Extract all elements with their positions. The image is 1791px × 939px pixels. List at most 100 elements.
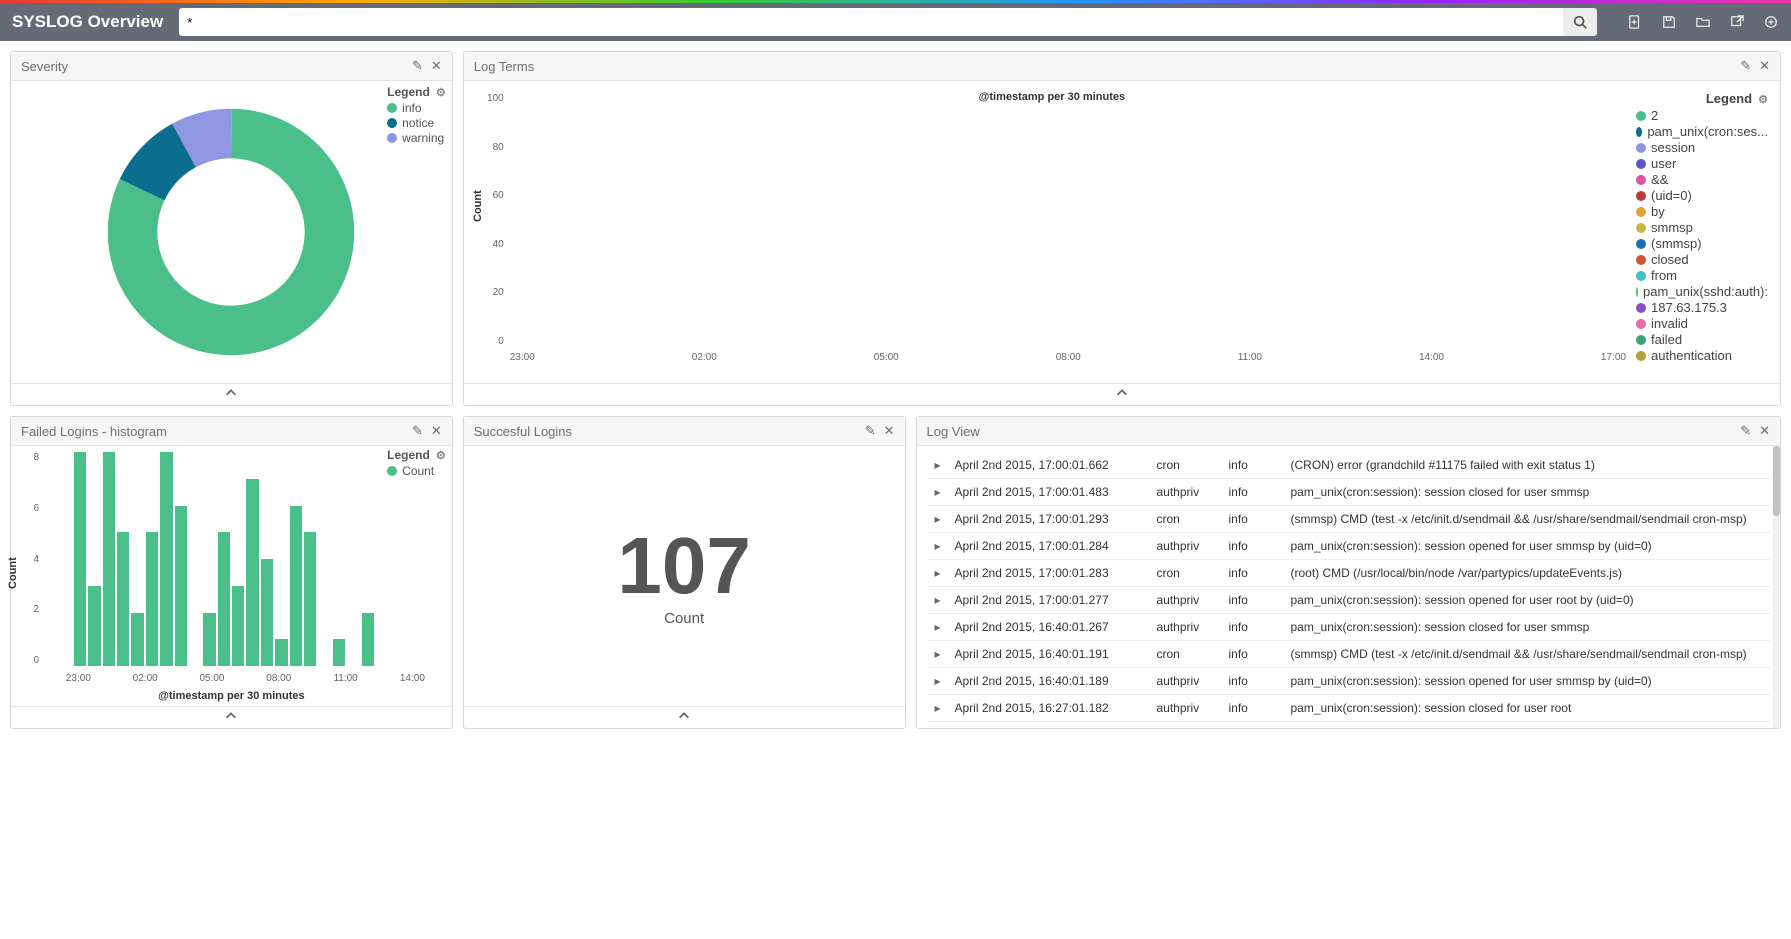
- gear-icon[interactable]: ⚙: [433, 87, 446, 99]
- legend-item[interactable]: session: [1636, 140, 1768, 155]
- log-row[interactable]: ▸ April 2nd 2015, 17:00:01.283 cron info…: [927, 560, 1771, 587]
- log-row[interactable]: ▸ April 2nd 2015, 17:00:01.662 cron info…: [927, 452, 1771, 479]
- expand-toggle[interactable]: [11, 383, 452, 405]
- legend-item[interactable]: from: [1636, 268, 1768, 283]
- chart-bar[interactable]: [290, 506, 302, 667]
- metric-value: 107: [617, 526, 750, 606]
- chart-bar[interactable]: [333, 639, 345, 666]
- logterms-chart[interactable]: Count 100806040200 23:0002:0005:0008:001…: [474, 87, 1630, 377]
- legend-item[interactable]: (uid=0): [1636, 188, 1768, 203]
- chart-bar[interactable]: [146, 532, 158, 666]
- legend-label: (uid=0): [1651, 188, 1692, 203]
- expand-toggle[interactable]: [464, 706, 905, 728]
- swatch-icon: [1636, 303, 1646, 313]
- log-row[interactable]: ▸ April 2nd 2015, 17:00:01.277 authpriv …: [927, 587, 1771, 614]
- chart-bar[interactable]: [103, 452, 115, 666]
- panel-title: Log View: [927, 424, 980, 439]
- share-icon[interactable]: [1729, 14, 1745, 30]
- chart-bar[interactable]: [232, 586, 244, 666]
- close-icon[interactable]: ✕: [1759, 423, 1770, 439]
- save-icon[interactable]: [1661, 14, 1677, 30]
- legend-item[interactable]: smmsp: [1636, 220, 1768, 235]
- legend-item[interactable]: 187.63.175.3: [1636, 300, 1768, 315]
- edit-icon[interactable]: ✎: [865, 423, 876, 439]
- add-panel-icon[interactable]: [1763, 14, 1779, 30]
- gear-icon[interactable]: ⚙: [1755, 94, 1768, 106]
- caret-right-icon: ▸: [935, 701, 943, 715]
- chart-bar[interactable]: [203, 613, 215, 667]
- severity-donut[interactable]: [101, 102, 361, 362]
- log-row[interactable]: ▸ April 2nd 2015, 16:40:01.267 authpriv …: [927, 614, 1771, 641]
- chart-bar[interactable]: [218, 532, 230, 666]
- chart-bar[interactable]: [175, 506, 187, 667]
- chart-bar[interactable]: [362, 613, 374, 667]
- swatch-icon: [1636, 271, 1646, 281]
- log-row[interactable]: ▸ April 2nd 2015, 16:40:01.189 authpriv …: [927, 668, 1771, 695]
- edit-icon[interactable]: ✎: [412, 58, 423, 74]
- failed-body[interactable]: Legend ⚙ Count Count 86420 23:0002:0005:…: [11, 446, 452, 706]
- chart-bar[interactable]: [160, 452, 172, 666]
- edit-icon[interactable]: ✎: [412, 423, 423, 439]
- log-facility: cron: [1157, 566, 1217, 580]
- log-message: pam_unix(cron:session): session opened f…: [1291, 593, 1763, 607]
- search-button[interactable]: [1563, 8, 1597, 36]
- legend-item[interactable]: invalid: [1636, 316, 1768, 331]
- legend-item[interactable]: by: [1636, 204, 1768, 219]
- expand-toggle[interactable]: [11, 706, 452, 728]
- legend-item[interactable]: pam_unix(sshd:auth):: [1636, 284, 1768, 299]
- legend-title: Legend: [387, 85, 430, 99]
- chart-bar[interactable]: [246, 479, 258, 666]
- close-icon[interactable]: ✕: [431, 58, 442, 74]
- legend-item[interactable]: notice: [387, 116, 446, 130]
- log-timestamp: April 2nd 2015, 17:00:01.483: [955, 485, 1145, 499]
- edit-icon[interactable]: ✎: [1740, 58, 1751, 74]
- legend-item[interactable]: info: [387, 101, 446, 115]
- chart-bar[interactable]: [74, 452, 86, 666]
- legend-item[interactable]: failed: [1636, 332, 1768, 347]
- chart-bar[interactable]: [261, 559, 273, 666]
- scrollbar[interactable]: [1773, 446, 1780, 728]
- caret-right-icon: ▸: [935, 539, 943, 553]
- legend-item[interactable]: authentication: [1636, 348, 1768, 363]
- swatch-icon: [1636, 127, 1642, 137]
- legend-item[interactable]: &&: [1636, 172, 1768, 187]
- open-folder-icon[interactable]: [1695, 14, 1711, 30]
- log-message: pam_unix(cron:session): session closed f…: [1291, 485, 1763, 499]
- close-icon[interactable]: ✕: [884, 423, 895, 439]
- caret-right-icon: ▸: [935, 674, 943, 688]
- log-facility: authpriv: [1157, 701, 1217, 715]
- new-dashboard-icon[interactable]: [1627, 14, 1643, 30]
- chart-bar[interactable]: [117, 532, 129, 666]
- legend-item[interactable]: warning: [387, 131, 446, 145]
- page-title: SYSLOG Overview: [12, 12, 163, 32]
- log-message: pam_unix(cron:session): session closed f…: [1291, 620, 1763, 634]
- close-icon[interactable]: ✕: [1759, 58, 1770, 74]
- legend-item[interactable]: 2: [1636, 108, 1768, 123]
- log-row[interactable]: ▸ April 2nd 2015, 16:40:01.191 cron info…: [927, 641, 1771, 668]
- chart-bar[interactable]: [304, 532, 316, 666]
- log-level: info: [1229, 512, 1279, 526]
- swatch-icon: [1636, 207, 1646, 217]
- legend-label: pam_unix(cron:ses...: [1647, 124, 1768, 139]
- chart-bar[interactable]: [88, 586, 100, 666]
- chart-bar[interactable]: [131, 613, 143, 667]
- edit-icon[interactable]: ✎: [1740, 423, 1751, 439]
- caret-right-icon: ▸: [935, 593, 943, 607]
- legend-item[interactable]: user: [1636, 156, 1768, 171]
- chart-bar[interactable]: [275, 639, 287, 666]
- log-row[interactable]: ▸ April 2nd 2015, 17:00:01.284 authpriv …: [927, 533, 1771, 560]
- legend-label: warning: [402, 131, 444, 145]
- close-icon[interactable]: ✕: [431, 423, 442, 439]
- swatch-icon: [1636, 111, 1646, 121]
- legend-item[interactable]: closed: [1636, 252, 1768, 267]
- log-row[interactable]: ▸ April 2nd 2015, 16:27:01.182 authpriv …: [927, 695, 1771, 722]
- log-row[interactable]: ▸ April 2nd 2015, 17:00:01.483 authpriv …: [927, 479, 1771, 506]
- scrollbar-thumb[interactable]: [1773, 446, 1780, 516]
- legend-item[interactable]: pam_unix(cron:ses...: [1636, 124, 1768, 139]
- expand-toggle[interactable]: [464, 383, 1780, 405]
- search-input[interactable]: [179, 8, 1563, 36]
- legend-item[interactable]: (smmsp): [1636, 236, 1768, 251]
- log-row[interactable]: ▸ April 2nd 2015, 17:00:01.293 cron info…: [927, 506, 1771, 533]
- log-timestamp: April 2nd 2015, 17:00:01.284: [955, 539, 1145, 553]
- log-timestamp: April 2nd 2015, 16:27:01.182: [955, 701, 1145, 715]
